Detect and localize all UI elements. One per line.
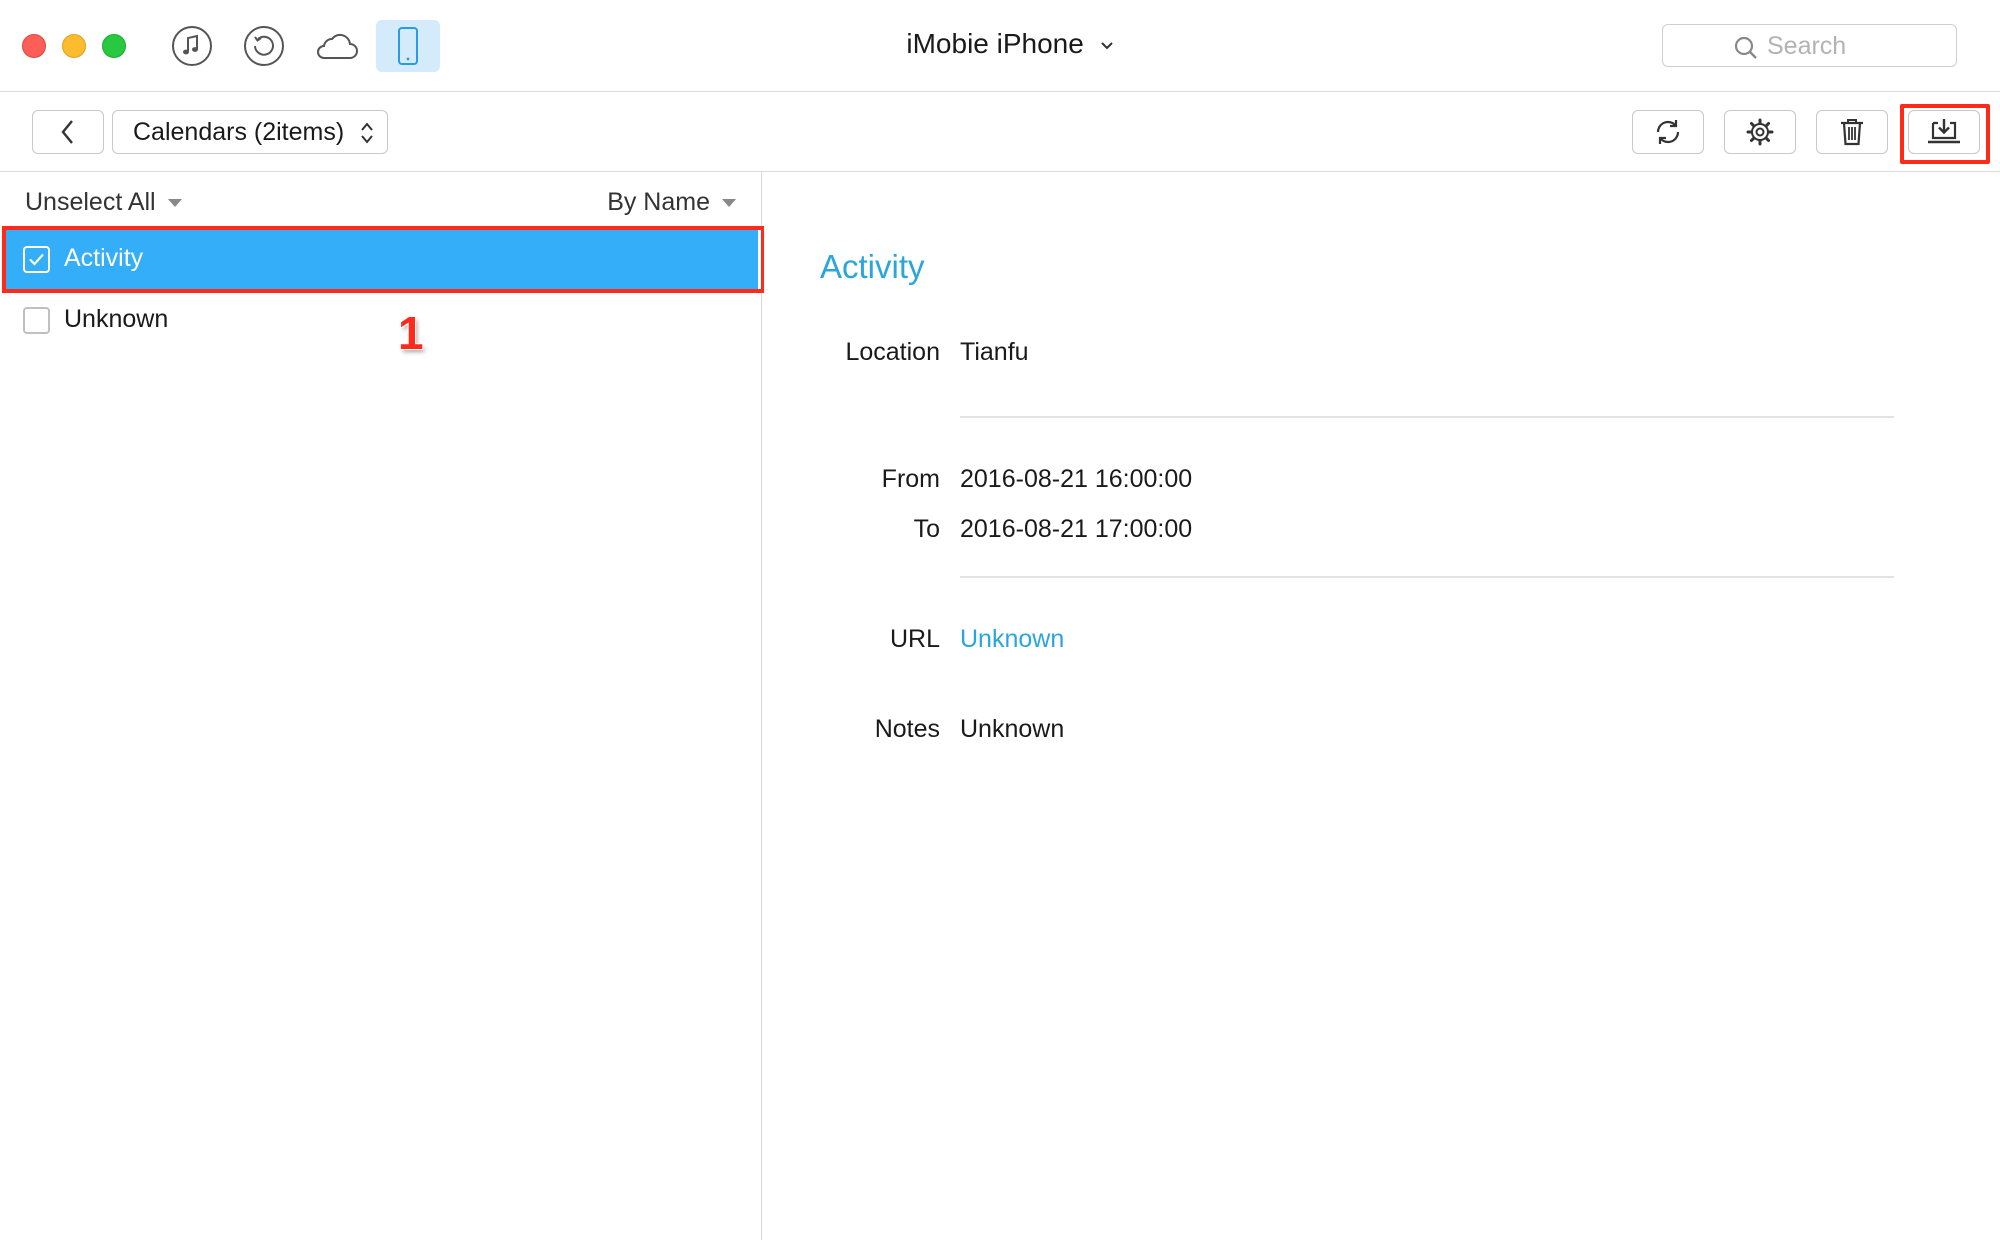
device-mode-button[interactable] bbox=[376, 20, 440, 72]
from-value: 2016-08-21 16:00:00 bbox=[960, 465, 1193, 493]
zoom-window-button[interactable] bbox=[102, 34, 126, 58]
location-value: Tianfu bbox=[960, 338, 1029, 366]
up-down-arrows-icon bbox=[361, 122, 373, 144]
selected-row-highlight bbox=[2, 226, 765, 293]
search-input[interactable] bbox=[1767, 29, 1947, 63]
trash-icon bbox=[1841, 119, 1863, 146]
settings-gear-icon bbox=[1746, 118, 1774, 146]
dropdown-arrow-icon bbox=[167, 198, 182, 207]
sort-label: By Name bbox=[607, 188, 710, 216]
window-title[interactable]: iMobie iPhone bbox=[860, 28, 1160, 60]
iphone-icon bbox=[398, 27, 418, 65]
divider bbox=[960, 576, 1894, 578]
to-label: To bbox=[913, 515, 940, 543]
to-value: 2016-08-21 17:00:00 bbox=[960, 515, 1193, 543]
search-box[interactable] bbox=[1662, 24, 1957, 67]
divider bbox=[960, 416, 1894, 418]
refresh-icon bbox=[1656, 120, 1680, 144]
notes-label: Notes bbox=[874, 715, 940, 743]
chevron-down-icon bbox=[1100, 41, 1113, 50]
device-name: iMobie iPhone bbox=[906, 28, 1084, 59]
notes-value: Unknown bbox=[960, 715, 1065, 743]
refresh-button[interactable] bbox=[1632, 110, 1704, 154]
url-link[interactable]: Unknown bbox=[960, 625, 1064, 654]
icloud-icon bbox=[317, 33, 358, 59]
chevron-left-icon bbox=[61, 120, 73, 144]
select-toggle-dropdown[interactable]: Unselect All bbox=[25, 188, 182, 217]
list-item-label: Unknown bbox=[64, 305, 169, 333]
select-toggle-label: Unselect All bbox=[25, 188, 156, 216]
url-label: URL bbox=[889, 625, 940, 653]
event-detail-panel: Activity Location Tianfu From 2016-08-21… bbox=[764, 172, 2000, 1240]
sort-dropdown[interactable]: By Name bbox=[607, 188, 736, 217]
close-window-button[interactable] bbox=[22, 34, 46, 58]
from-label: From bbox=[881, 465, 940, 493]
backup-history-mode-button[interactable] bbox=[232, 20, 296, 72]
event-title: Activity bbox=[820, 248, 925, 285]
category-select[interactable]: Calendars (2items) bbox=[112, 110, 388, 154]
list-item[interactable]: Unknown bbox=[4, 290, 758, 350]
dropdown-arrow-icon bbox=[722, 198, 736, 207]
location-label: Location bbox=[845, 338, 940, 366]
calendar-list-panel: Unselect All By Name Activity Unknown bbox=[0, 172, 765, 1240]
back-button[interactable] bbox=[32, 110, 104, 154]
music-note-icon bbox=[172, 26, 212, 66]
step-1-marker: 1 bbox=[398, 307, 424, 359]
icloud-mode-button[interactable] bbox=[304, 20, 368, 72]
export-button-highlight bbox=[1900, 104, 1990, 164]
restore-history-icon bbox=[244, 26, 284, 66]
toolbar: Calendars (2items) bbox=[0, 92, 2000, 172]
category-select-label: Calendars (2items) bbox=[133, 117, 345, 146]
item-checkbox[interactable] bbox=[23, 307, 50, 334]
title-bar: iMobie iPhone bbox=[0, 0, 2000, 92]
settings-button[interactable] bbox=[1724, 110, 1796, 154]
minimize-window-button[interactable] bbox=[62, 34, 86, 58]
delete-button[interactable] bbox=[1816, 110, 1888, 154]
itunes-library-mode-button[interactable] bbox=[160, 20, 224, 72]
search-icon bbox=[1734, 36, 1757, 59]
list-header: Unselect All By Name bbox=[0, 172, 762, 228]
